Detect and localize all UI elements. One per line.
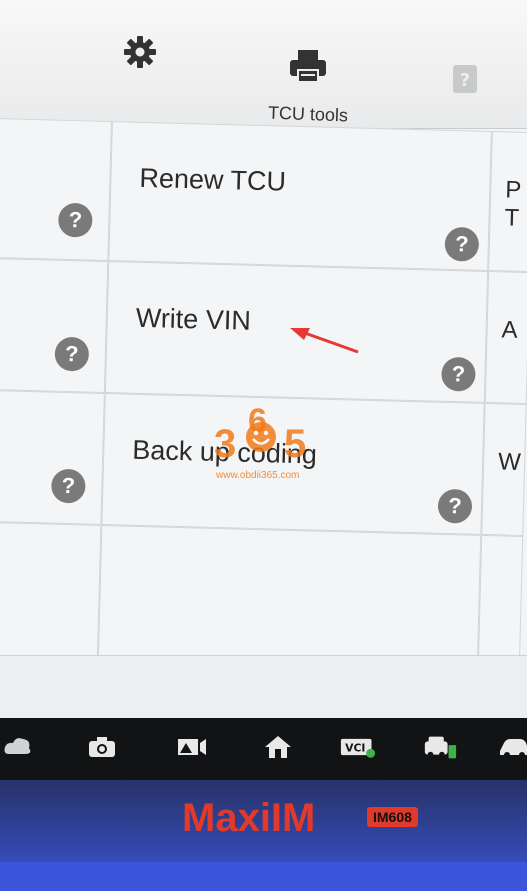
svg-text:VCI: VCI: [345, 742, 365, 755]
bottom-navbar: VCI: [0, 718, 527, 780]
cell-label: Back up coding: [131, 434, 318, 470]
partial-label: W: [497, 448, 522, 476]
annotation-arrow-icon: [290, 328, 359, 354]
settings-gear-icon[interactable]: [118, 30, 162, 74]
svg-text:?: ?: [460, 70, 470, 91]
home-icon[interactable]: [260, 732, 296, 762]
car-icon[interactable]: [496, 732, 527, 762]
empty-cell: [97, 524, 482, 671]
toolbar: ? TCU tools: [0, 0, 527, 129]
help-icon[interactable]: ?: [441, 356, 476, 392]
left-partial-cell[interactable]: ?: [0, 118, 112, 262]
help-icon[interactable]: ?: [444, 226, 480, 262]
right-partial-cell[interactable]: P T: [488, 131, 527, 273]
brand-logo: MaxiIM: [182, 796, 316, 840]
screen: ? TCU tools ? ? ? Renew TCU ? Write VIN …: [0, 0, 527, 718]
partial-label: T: [504, 204, 520, 232]
model-badge: IM608: [367, 807, 418, 827]
help-icon[interactable]: ?: [57, 202, 93, 238]
vci-icon[interactable]: VCI: [340, 732, 376, 762]
camera-icon[interactable]: [84, 732, 120, 762]
left-partial-cell: [0, 521, 102, 661]
cell-label: Write VIN: [135, 302, 252, 336]
device-base: [0, 862, 527, 891]
cell-label: Renew TCU: [139, 162, 287, 197]
right-partial-cell[interactable]: A: [484, 270, 527, 405]
help-icon[interactable]: ?: [448, 62, 482, 96]
screen-bottom-area: [0, 655, 527, 718]
display-icon[interactable]: [174, 732, 210, 762]
function-grid: ? ? ? Renew TCU ? Write VIN ? Back up co…: [0, 118, 527, 672]
renew-tcu-button[interactable]: Renew TCU ?: [108, 121, 492, 271]
right-partial-cell[interactable]: W: [481, 402, 527, 536]
tablet-device: ? TCU tools ? ? ? Renew TCU ? Write VIN …: [0, 0, 527, 891]
car-shortcut-icon[interactable]: [422, 732, 458, 762]
help-icon[interactable]: ?: [54, 336, 90, 372]
help-icon[interactable]: ?: [437, 488, 473, 524]
vci-cloud-icon[interactable]: [0, 732, 36, 762]
page-title: TCU tools: [267, 102, 349, 126]
left-partial-cell[interactable]: ?: [0, 257, 109, 393]
partial-label: P: [504, 176, 522, 204]
printer-icon[interactable]: [284, 44, 332, 88]
right-partial-cell: [477, 534, 524, 672]
back-up-coding-button[interactable]: Back up coding ?: [101, 392, 485, 535]
help-icon[interactable]: ?: [50, 468, 86, 504]
left-partial-cell[interactable]: ?: [0, 389, 105, 525]
partial-label: A: [501, 316, 518, 344]
